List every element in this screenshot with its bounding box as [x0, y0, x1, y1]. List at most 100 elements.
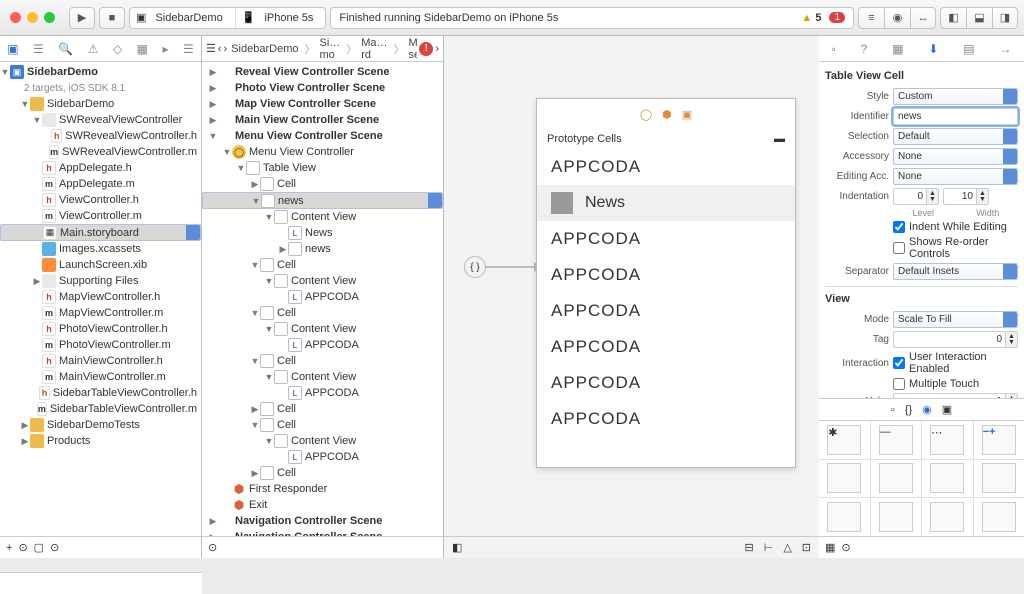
issue-navigator-tab[interactable]: ⚠ — [88, 42, 99, 56]
outline-item[interactable]: ▼Content View — [202, 321, 443, 337]
lib-tableview-icon[interactable] — [827, 463, 861, 493]
library-view-toggle[interactable]: ▦ — [825, 541, 835, 554]
outline-item[interactable]: ▶Navigation Controller Scene — [202, 513, 443, 529]
indent-width-stepper[interactable]: 10▲▼ — [943, 188, 989, 205]
lib-item-icon[interactable] — [982, 502, 1016, 532]
lib-item-icon[interactable] — [930, 502, 964, 532]
report-navigator-tab[interactable]: ☰ — [183, 42, 194, 56]
find-navigator-tab[interactable]: 🔍 — [58, 42, 73, 56]
outline-item[interactable]: ▼Content View — [202, 369, 443, 385]
outline-item[interactable]: ▶Navigation Controller Scene — [202, 529, 443, 536]
file-inspector-tab[interactable]: ▫ — [831, 42, 835, 56]
outline-tree[interactable]: ▶Reveal View Controller Scene▶Photo View… — [202, 62, 443, 536]
object-library-tab[interactable]: ◉ — [922, 403, 932, 416]
nav-item[interactable]: ▶Products — [0, 433, 201, 449]
outline-item[interactable]: LAPPCODA — [202, 449, 443, 465]
prototype-cell[interactable]: APPCODA — [537, 257, 795, 293]
quick-help-tab[interactable]: ? — [861, 42, 868, 56]
outline-item[interactable]: ▼news — [202, 192, 443, 209]
standard-editor-button[interactable]: ≡ — [858, 7, 884, 29]
warning-badge[interactable]: ▲ 5 — [801, 12, 821, 24]
filter-scm-icon[interactable]: ▢ — [34, 541, 44, 554]
lib-item-icon[interactable] — [879, 502, 913, 532]
lib-progress-icon[interactable]: — — [879, 425, 913, 455]
outline-item[interactable]: ⬢Exit — [202, 497, 443, 513]
nav-item[interactable]: Images.xcassets — [0, 241, 201, 257]
project-navigator-tab[interactable]: ▣ — [7, 42, 18, 56]
nav-item[interactable]: hSWRevealViewController.h — [0, 128, 201, 144]
nav-item[interactable]: LaunchScreen.xib — [0, 257, 201, 273]
size-inspector-tab[interactable]: ▤ — [963, 42, 974, 56]
align-button[interactable]: ⊟ — [745, 541, 754, 554]
tag-stepper[interactable]: 0▲▼ — [893, 331, 1018, 348]
jump-item[interactable]: 〉Ma…se) — [390, 37, 418, 61]
nav-item[interactable]: ▶Supporting Files — [0, 273, 201, 289]
reorder-check[interactable]: Shows Re-order Controls — [893, 236, 1018, 260]
prototype-cell[interactable]: APPCODA — [537, 329, 795, 365]
lib-collectionview-icon[interactable] — [982, 463, 1016, 493]
toggle-utilities-button[interactable]: ◨ — [992, 7, 1018, 29]
media-library-tab[interactable]: ▣ — [942, 403, 952, 416]
pin-button[interactable]: ⊢ — [764, 541, 774, 554]
jump-item[interactable]: 〉Si…mo — [300, 37, 342, 61]
prototype-cell[interactable]: News — [537, 185, 795, 221]
nav-item[interactable]: ▶SidebarDemoTests — [0, 417, 201, 433]
nav-item[interactable]: mSidebarTableViewController.m — [0, 401, 201, 417]
related-items-icon[interactable]: ☰ — [206, 42, 216, 55]
indent-while-editing-check[interactable]: Indent While Editing — [893, 221, 1018, 233]
outline-filter-icon[interactable]: ⊙ — [208, 541, 217, 554]
outline-item[interactable]: ▶Main View Controller Scene — [202, 112, 443, 128]
toggle-debug-button[interactable]: ⬓ — [966, 7, 992, 29]
add-button[interactable]: + — [6, 542, 12, 554]
jump-item[interactable]: 〉Ma…rd — [342, 37, 389, 61]
user-interaction-check[interactable]: User Interaction Enabled — [893, 351, 1018, 375]
nav-item[interactable]: hViewController.h — [0, 192, 201, 208]
file-template-tab[interactable]: ▫ — [891, 404, 895, 416]
outline-item[interactable]: ▼Cell — [202, 257, 443, 273]
outline-item[interactable]: ▶Cell — [202, 176, 443, 192]
nav-item[interactable]: ▦Main.storyboard — [0, 224, 201, 241]
mode-select[interactable]: Scale To Fill — [893, 311, 1018, 328]
attributes-inspector-tab[interactable]: ⬇ — [928, 42, 938, 56]
nav-item[interactable]: mMapViewController.m — [0, 305, 201, 321]
outline-item[interactable]: ▼Cell — [202, 305, 443, 321]
scheme-selector[interactable]: ▣ SidebarDemo 📱 iPhone 5s — [129, 7, 326, 29]
nav-item[interactable]: mMainViewController.m — [0, 369, 201, 385]
error-badge[interactable]: 1 — [829, 12, 845, 23]
outline-item[interactable]: LAPPCODA — [202, 385, 443, 401]
jump-item[interactable]: SidebarDemo — [229, 43, 300, 55]
outline-item[interactable]: ▼◯Menu View Controller — [202, 144, 443, 160]
editing-acc-select[interactable]: None — [893, 168, 1018, 185]
prototype-cell[interactable]: APPCODA — [537, 401, 795, 437]
outline-item[interactable]: LNews — [202, 225, 443, 241]
outline-item[interactable]: ▶Cell — [202, 465, 443, 481]
toggle-outline-button[interactable]: ◧ — [452, 541, 462, 554]
outline-item[interactable]: ▼Content View — [202, 433, 443, 449]
prototype-cell[interactable]: APPCODA — [537, 293, 795, 329]
outline-item[interactable]: ▼Menu View Controller Scene — [202, 128, 443, 144]
project-root[interactable]: ▼▣SidebarDemo — [0, 64, 201, 80]
resize-button[interactable]: ⊡ — [802, 541, 811, 554]
nav-item[interactable]: mSWRevealViewController.m — [0, 144, 201, 160]
forward-button[interactable]: › — [224, 43, 228, 55]
outline-item[interactable]: ▼Cell — [202, 417, 443, 433]
zoom-icon[interactable] — [44, 12, 55, 23]
scene-header[interactable]: ◯ ⬢ ▣ — [537, 99, 795, 129]
nav-item[interactable]: hMapViewController.h — [0, 289, 201, 305]
nav-item[interactable]: hPhotoViewController.h — [0, 321, 201, 337]
nav-item[interactable]: mPhotoViewController.m — [0, 337, 201, 353]
accessory-select[interactable]: None — [893, 148, 1018, 165]
lib-imageview-icon[interactable] — [930, 463, 964, 493]
lib-item-icon[interactable] — [827, 502, 861, 532]
outline-item[interactable]: ▶news — [202, 241, 443, 257]
nav-item[interactable]: mAppDelegate.m — [0, 176, 201, 192]
code-snippet-tab[interactable]: {} — [905, 404, 912, 416]
project-tree[interactable]: ▼▣SidebarDemo2 targets, iOS SDK 8.1▼Side… — [0, 62, 201, 536]
library-filter-field[interactable]: ⊙ — [841, 541, 1018, 554]
lib-spinner-icon[interactable]: ✱ — [827, 425, 861, 455]
outline-item[interactable]: ▼Content View — [202, 273, 443, 289]
jump-error-badge[interactable]: ! — [419, 42, 433, 56]
separator-select[interactable]: Default Insets — [893, 263, 1018, 280]
outline-item[interactable]: ▼Table View — [202, 160, 443, 176]
selection-select[interactable]: Default — [893, 128, 1018, 145]
